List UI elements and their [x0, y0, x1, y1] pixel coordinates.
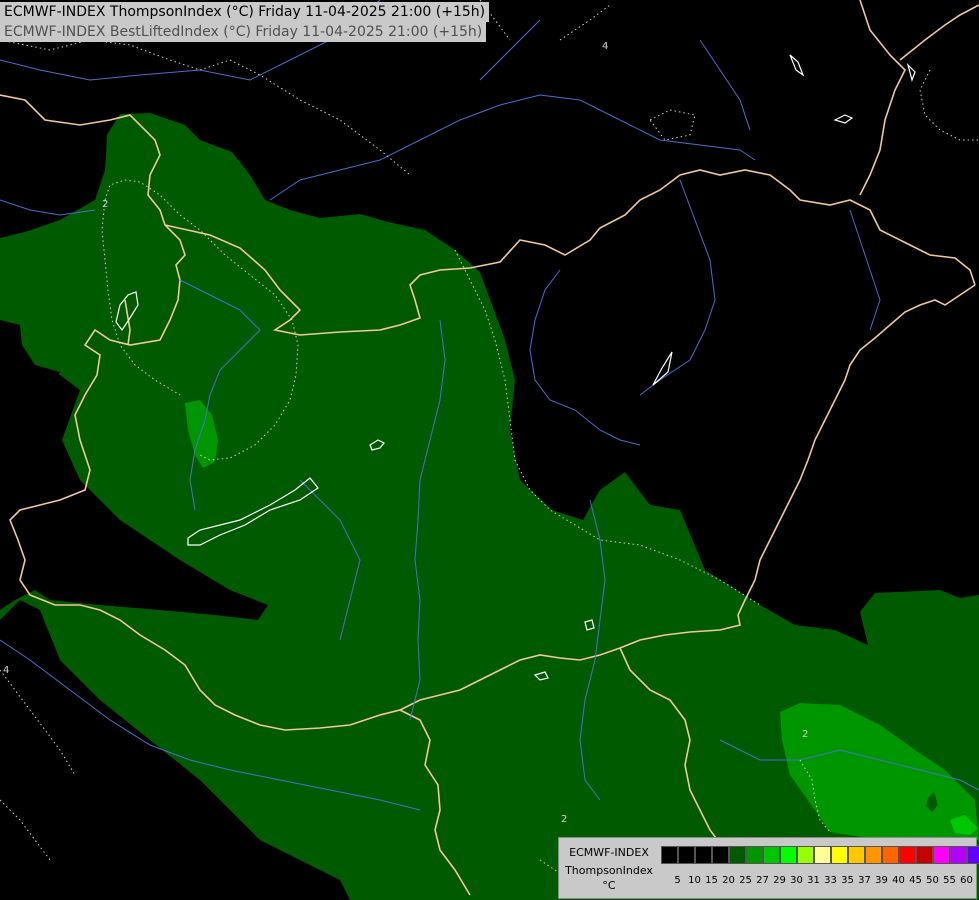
- legend-swatch: [797, 846, 814, 864]
- legend-swatch: [763, 846, 780, 864]
- legend-tick-label: 33: [824, 875, 837, 886]
- legend-tick-label: 10: [688, 875, 701, 886]
- legend-swatch: [712, 846, 729, 864]
- weather-map: 4 2 4 2 2: [0, 0, 979, 900]
- legend-swatch: [950, 846, 967, 864]
- legend-swatch: [661, 846, 678, 864]
- legend-tick-label: 15: [705, 875, 718, 886]
- legend-tick-label: 27: [756, 875, 769, 886]
- legend-swatch: [814, 846, 831, 864]
- contour-label-4-top: 4: [602, 41, 608, 52]
- legend-tick-label: 40: [892, 875, 905, 886]
- legend-swatch: [916, 846, 933, 864]
- legend-swatch: [882, 846, 899, 864]
- contour-label-2-south: 2: [561, 814, 567, 825]
- legend-tick-label: 25: [739, 875, 752, 886]
- color-legend: ECMWF-INDEX ThompsonIndex °C 5 10 15 20 25 27…: [558, 837, 979, 899]
- legend-tick-label: 35: [841, 875, 854, 886]
- legend-parameter-label: ThompsonIndex: [565, 864, 653, 877]
- legend-swatch: [933, 846, 950, 864]
- legend-tick-label: 45: [909, 875, 922, 886]
- legend-tick-label: 60: [960, 875, 973, 886]
- title-thompson-index: ECMWF-INDEX ThompsonIndex (°C) Friday 11…: [0, 2, 490, 22]
- legend-swatch: [831, 846, 848, 864]
- legend-swatch: [967, 846, 979, 864]
- legend-model-label: ECMWF-INDEX: [569, 846, 649, 859]
- legend-tick-label: 5: [674, 875, 681, 886]
- legend-ticks: 5 10 15 20 25 27 29 30 31 33 35 37 39 40 45 50 55 60: [661, 875, 975, 886]
- legend-unit-label: °C: [602, 879, 616, 892]
- legend-tick-label: 29: [773, 875, 786, 886]
- contour-label-4-southwest: 4: [3, 665, 9, 676]
- contour-label-2-southeast: 2: [802, 729, 808, 740]
- legend-tick-label: 39: [875, 875, 888, 886]
- legend-tick-label: 50: [926, 875, 939, 886]
- legend-tick-label: 20: [722, 875, 735, 886]
- legend-swatch: [899, 846, 916, 864]
- contour-label-2-west: 2: [102, 199, 108, 210]
- legend-swatch: [865, 846, 882, 864]
- legend-swatch: [729, 846, 746, 864]
- legend-swatch: [695, 846, 712, 864]
- legend-tick-label: 30: [790, 875, 803, 886]
- legend-swatch: [678, 846, 695, 864]
- title-best-lifted-index: ECMWF-INDEX BestLiftedIndex (°C) Friday …: [0, 22, 487, 42]
- legend-swatch: [848, 846, 865, 864]
- legend-swatches: [661, 846, 979, 864]
- legend-tick-label: 55: [943, 875, 956, 886]
- legend-tick-label: 37: [858, 875, 871, 886]
- legend-tick-label: 31: [807, 875, 820, 886]
- legend-swatch: [746, 846, 763, 864]
- legend-swatch: [780, 846, 797, 864]
